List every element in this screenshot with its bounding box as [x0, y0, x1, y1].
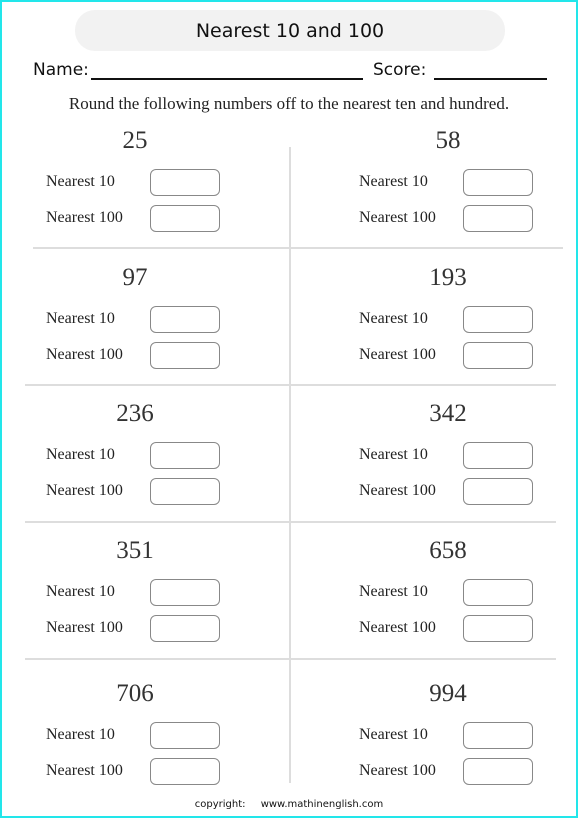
- nearest-100-answer-box[interactable]: [150, 478, 220, 505]
- column-divider: [289, 147, 291, 783]
- nearest-10-answer-box[interactable]: [463, 442, 533, 469]
- nearest-100-label: Nearest 100: [46, 346, 123, 363]
- nearest-100-label: Nearest 100: [46, 209, 123, 226]
- problem-cell: 236 Nearest 10 Nearest 100: [0, 400, 289, 537]
- nearest-100-label: Nearest 100: [359, 619, 436, 636]
- problem-number: 193: [429, 264, 467, 291]
- nearest-10-answer-box[interactable]: [463, 722, 533, 749]
- nearest-100-answer-box[interactable]: [463, 342, 533, 369]
- problem-cell: 342 Nearest 10 Nearest 100: [313, 400, 578, 537]
- nearest-10-answer-box[interactable]: [463, 306, 533, 333]
- nearest-100-answer-box[interactable]: [463, 615, 533, 642]
- nearest-10-label: Nearest 10: [359, 310, 428, 327]
- nearest-100-answer-box[interactable]: [463, 478, 533, 505]
- nearest-10-label: Nearest 10: [46, 583, 115, 600]
- nearest-100-answer-box[interactable]: [463, 758, 533, 785]
- score-blank-line[interactable]: [434, 78, 547, 80]
- problem-number: 236: [116, 400, 154, 427]
- website-link[interactable]: www.mathinenglish.com: [261, 799, 384, 810]
- problem-number: 25: [122, 127, 148, 154]
- score-label: Score:: [373, 60, 427, 80]
- nearest-100-label: Nearest 100: [359, 346, 436, 363]
- nearest-10-label: Nearest 10: [359, 446, 428, 463]
- nearest-100-answer-box[interactable]: [150, 758, 220, 785]
- problem-number: 351: [116, 537, 154, 564]
- nearest-10-label: Nearest 10: [46, 446, 115, 463]
- nearest-100-answer-box[interactable]: [150, 205, 220, 232]
- problem-number: 658: [429, 537, 467, 564]
- instructions: Round the following numbers off to the n…: [68, 94, 510, 113]
- nearest-100-label: Nearest 100: [46, 762, 123, 779]
- problem-number: 706: [116, 680, 154, 707]
- nearest-100-label: Nearest 100: [46, 619, 123, 636]
- name-blank-line[interactable]: [91, 78, 363, 80]
- name-label: Name:: [33, 60, 89, 80]
- nearest-10-answer-box[interactable]: [463, 579, 533, 606]
- nearest-10-answer-box[interactable]: [150, 306, 220, 333]
- nearest-10-label: Nearest 10: [46, 726, 115, 743]
- problem-cell: 193 Nearest 10 Nearest 100: [313, 264, 578, 401]
- problem-cell: 58 Nearest 10 Nearest 100: [313, 127, 578, 264]
- worksheet-title: Nearest 10 and 100: [75, 10, 505, 51]
- problem-cell: 658 Nearest 10 Nearest 100: [313, 537, 578, 674]
- nearest-100-answer-box[interactable]: [150, 342, 220, 369]
- nearest-10-answer-box[interactable]: [150, 722, 220, 749]
- problem-cell: 994 Nearest 10 Nearest 100: [313, 680, 578, 817]
- nearest-100-label: Nearest 100: [359, 482, 436, 499]
- nearest-10-label: Nearest 10: [359, 726, 428, 743]
- title-text: Nearest 10 and 100: [195, 19, 385, 42]
- nearest-100-answer-box[interactable]: [463, 205, 533, 232]
- copyright-label: copyright:: [194, 799, 246, 810]
- nearest-100-label: Nearest 100: [359, 762, 436, 779]
- problem-cell: 25 Nearest 10 Nearest 100: [0, 127, 289, 264]
- nearest-10-answer-box[interactable]: [150, 169, 220, 196]
- problem-cell: 97 Nearest 10 Nearest 100: [0, 264, 289, 401]
- nearest-10-label: Nearest 10: [46, 173, 115, 190]
- nearest-10-label: Nearest 10: [46, 310, 115, 327]
- problem-cell: 706 Nearest 10 Nearest 100: [0, 680, 289, 817]
- footer: copyright: www.mathinenglish.com: [0, 799, 578, 810]
- nearest-10-answer-box[interactable]: [150, 579, 220, 606]
- problem-cell: 351 Nearest 10 Nearest 100: [0, 537, 289, 674]
- nearest-10-label: Nearest 10: [359, 173, 428, 190]
- nearest-10-answer-box[interactable]: [150, 442, 220, 469]
- problem-number: 97: [122, 264, 148, 291]
- problem-number: 994: [429, 680, 467, 707]
- problem-number: 342: [429, 400, 467, 427]
- nearest-100-label: Nearest 100: [359, 209, 436, 226]
- nearest-10-answer-box[interactable]: [463, 169, 533, 196]
- problem-number: 58: [435, 127, 461, 154]
- nearest-100-answer-box[interactable]: [150, 615, 220, 642]
- nearest-10-label: Nearest 10: [359, 583, 428, 600]
- nearest-100-label: Nearest 100: [46, 482, 123, 499]
